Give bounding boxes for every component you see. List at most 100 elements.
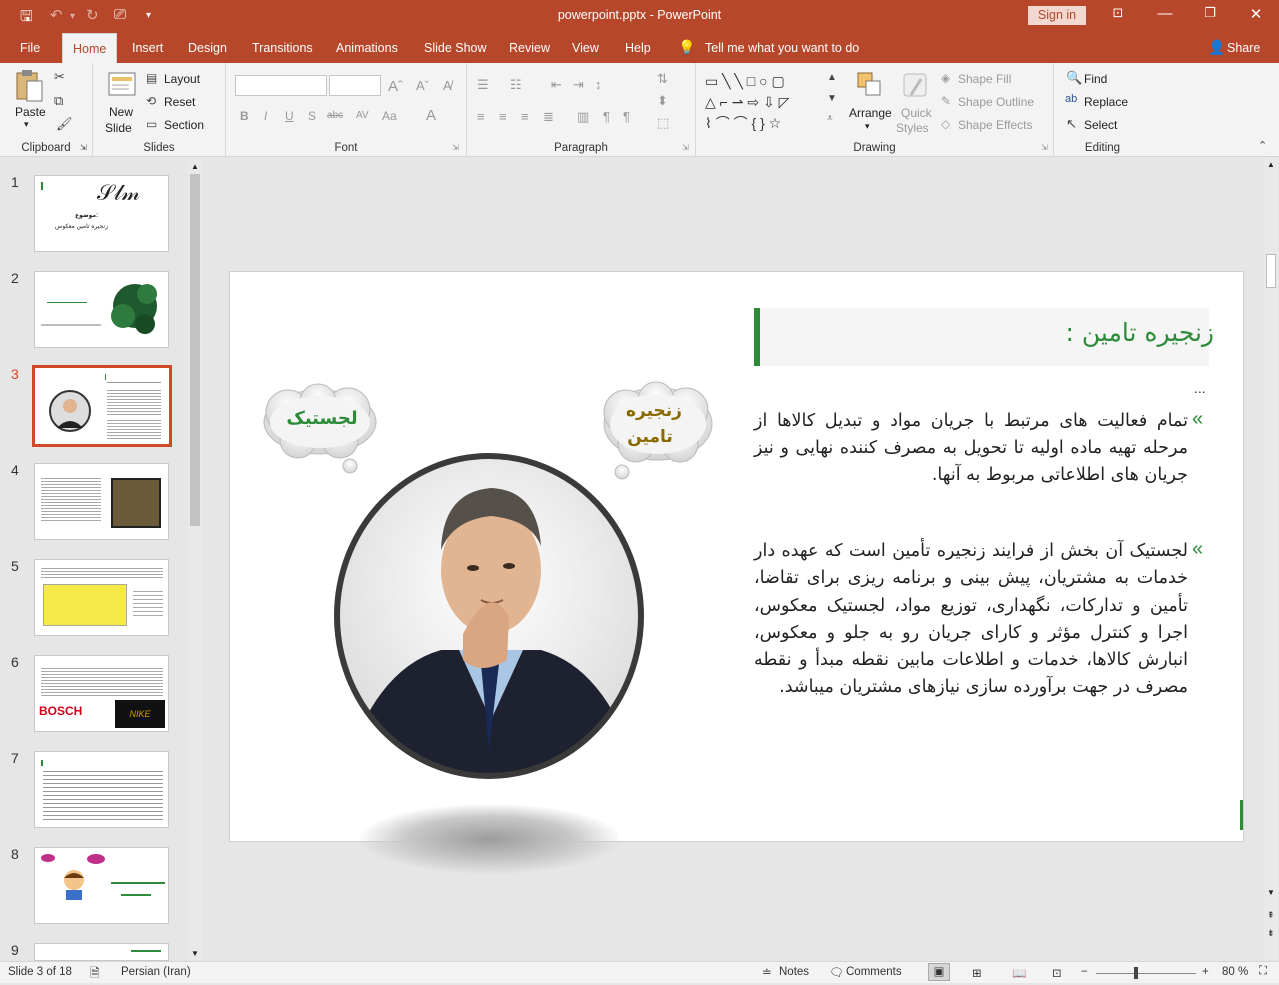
- arrange-dropdown-icon[interactable]: ▾: [865, 121, 870, 132]
- tab-design[interactable]: Design: [188, 41, 227, 55]
- align-text-icon[interactable]: ⬍: [657, 93, 668, 109]
- zoom-level[interactable]: 80 %: [1222, 966, 1248, 978]
- scroll-down-icon[interactable]: ▼: [1267, 888, 1275, 897]
- justify-icon[interactable]: ≣: [543, 109, 554, 125]
- new-slide-label-2[interactable]: Slide: [105, 121, 132, 135]
- slide-thumbnail-8[interactable]: [34, 847, 169, 924]
- format-painter-icon[interactable]: 🖌: [56, 116, 73, 132]
- slide-title[interactable]: زنجیره تامین :: [770, 318, 1214, 347]
- underline-button[interactable]: U: [285, 109, 294, 123]
- slide-sorter-icon[interactable]: ⊞: [972, 966, 982, 980]
- columns-icon[interactable]: ▥: [577, 109, 589, 125]
- bullets-icon[interactable]: ☰: [477, 77, 489, 93]
- zoom-in-icon[interactable]: +: [1202, 966, 1209, 978]
- font-size-dropdown[interactable]: [329, 75, 381, 96]
- zoom-slider-track[interactable]: [1096, 973, 1196, 974]
- copy-icon[interactable]: ⧉: [54, 93, 63, 109]
- body-paragraph-2[interactable]: لجستیک آن بخش از فرایند زنجیره تأمین است…: [754, 538, 1188, 702]
- body-paragraph-1[interactable]: تمام فعالیت های مرتبط با جریان مواد و تب…: [754, 408, 1188, 489]
- shapes-scroll-up-icon[interactable]: ▲: [827, 72, 837, 83]
- smartart-icon[interactable]: ⬚: [657, 115, 669, 131]
- find-icon[interactable]: 🔍: [1066, 70, 1082, 86]
- scroll-up-icon[interactable]: ▲: [1267, 160, 1275, 169]
- paste-icon[interactable]: [14, 69, 44, 103]
- numbering-icon[interactable]: ☷: [510, 77, 522, 93]
- shape-fill-button[interactable]: Shape Fill: [958, 72, 1011, 86]
- arrange-icon[interactable]: [856, 71, 884, 102]
- scroll-up-icon[interactable]: ▲: [191, 162, 199, 171]
- tab-file[interactable]: File: [20, 41, 40, 55]
- decrease-indent-icon[interactable]: ⇤: [551, 77, 562, 93]
- quick-styles-icon[interactable]: [901, 71, 929, 104]
- shapes-scroll-down-icon[interactable]: ▼: [827, 93, 837, 104]
- increase-font-icon[interactable]: Aˆ: [388, 78, 403, 95]
- scroll-down-icon[interactable]: ▼: [191, 949, 199, 958]
- portrait-image[interactable]: [331, 450, 647, 784]
- ribbon-display-icon[interactable]: ⊡: [1108, 5, 1128, 21]
- comments-icon[interactable]: 🗨: [829, 965, 844, 979]
- layout-icon[interactable]: ▤: [146, 71, 157, 85]
- normal-view-icon[interactable]: ▣: [928, 963, 950, 981]
- paste-label[interactable]: Paste: [15, 105, 46, 119]
- minimize-icon[interactable]: —: [1155, 5, 1175, 22]
- fit-slide-icon[interactable]: ⛶: [1259, 965, 1267, 978]
- tell-me-box[interactable]: Tell me what you want to do: [705, 41, 859, 55]
- tab-insert[interactable]: Insert: [132, 41, 163, 55]
- quick-styles-label-1[interactable]: Quick: [901, 106, 932, 120]
- reset-icon[interactable]: ⟲: [146, 94, 156, 108]
- section-icon[interactable]: ▭: [146, 117, 157, 131]
- slide-thumbnail-1[interactable]: 𝒮𝓁𝓂 موضوع: زنجیره تامین معکوس: [34, 175, 169, 252]
- font-name-dropdown[interactable]: [235, 75, 327, 96]
- char-spacing-button[interactable]: AV: [356, 110, 369, 121]
- quick-styles-label-2[interactable]: Styles: [896, 121, 929, 135]
- zoom-slider-thumb[interactable]: [1134, 967, 1138, 979]
- line-spacing-icon[interactable]: ↕: [595, 77, 602, 92]
- text-shadow-button[interactable]: S: [308, 109, 316, 123]
- notes-button[interactable]: Notes: [779, 966, 809, 978]
- decrease-font-icon[interactable]: Aˇ: [416, 78, 429, 93]
- arrange-button[interactable]: Arrange: [849, 106, 892, 120]
- section-button[interactable]: Section: [164, 118, 204, 132]
- spelling-icon[interactable]: 🗎: [90, 964, 100, 985]
- tab-animations[interactable]: Animations: [336, 41, 398, 55]
- sign-in-button[interactable]: Sign in: [1028, 6, 1086, 25]
- reading-view-icon[interactable]: 📖: [1012, 966, 1026, 980]
- comments-button[interactable]: Comments: [846, 966, 902, 978]
- slide-canvas[interactable]: زنجیره تامین : ... « تمام فعالیت های مرت…: [229, 271, 1244, 874]
- shape-outline-button[interactable]: Shape Outline: [958, 95, 1034, 109]
- shapes-gallery[interactable]: ▭ ╲ ╲ □ ○ ▢ △ ⌐ ⇀ ⇨ ⇩ ◸ ⌇ ⌒ ⌒ { } ☆: [705, 71, 827, 133]
- tab-view[interactable]: View: [572, 41, 599, 55]
- tab-slide-show[interactable]: Slide Show: [424, 41, 487, 55]
- next-slide-icon[interactable]: ⇟: [1267, 928, 1275, 939]
- tab-help[interactable]: Help: [625, 41, 651, 55]
- slide-thumbnail-2[interactable]: [34, 271, 169, 348]
- slide-thumbnail-9[interactable]: [34, 943, 169, 961]
- share-button[interactable]: Share: [1227, 41, 1260, 55]
- replace-button[interactable]: Replace: [1084, 95, 1128, 109]
- shape-effects-button[interactable]: Shape Effects: [958, 118, 1033, 132]
- select-button[interactable]: Select: [1084, 118, 1117, 132]
- text-direction-icon[interactable]: ⇅: [657, 71, 668, 87]
- slide-thumbnail-5[interactable]: [34, 559, 169, 636]
- ltr-icon[interactable]: ¶: [603, 109, 610, 124]
- align-left-icon[interactable]: ≡: [477, 109, 485, 124]
- font-launcher-icon[interactable]: ⇲: [452, 143, 459, 152]
- find-button[interactable]: Find: [1084, 72, 1107, 86]
- close-icon[interactable]: ✕: [1246, 5, 1266, 23]
- tab-transitions[interactable]: Transitions: [252, 41, 313, 55]
- new-slide-label-1[interactable]: New: [109, 105, 133, 119]
- slide-thumbnail-3[interactable]: [32, 365, 172, 447]
- align-right-icon[interactable]: ≡: [521, 109, 529, 124]
- reset-button[interactable]: Reset: [164, 95, 195, 109]
- paragraph-launcher-icon[interactable]: ⇲: [682, 143, 689, 152]
- slideshow-icon[interactable]: ⊡: [1052, 966, 1062, 980]
- rtl-icon[interactable]: ¶: [623, 109, 630, 124]
- thumbnail-scrollbar[interactable]: ▲ ▼: [188, 160, 202, 960]
- notes-icon[interactable]: ≐: [762, 965, 772, 979]
- zoom-out-icon[interactable]: −: [1081, 966, 1088, 978]
- new-slide-icon[interactable]: [107, 69, 137, 102]
- slide-thumbnail-6[interactable]: BOSCH NIKE: [34, 655, 169, 732]
- language-indicator[interactable]: Persian (Iran): [121, 966, 191, 978]
- thumbnail-scroll-thumb[interactable]: [190, 174, 200, 526]
- cut-icon[interactable]: ✂: [54, 69, 65, 85]
